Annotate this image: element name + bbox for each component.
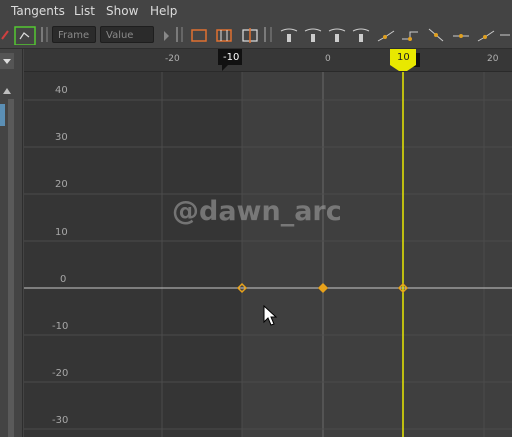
unify-tangents-icon[interactable] — [476, 25, 496, 45]
center-current-time-icon[interactable] — [240, 25, 260, 45]
graph-editor-canvas[interactable] — [24, 49, 512, 437]
menu-help[interactable]: Help — [150, 4, 177, 18]
toolbar: Frame Value — [0, 22, 512, 49]
flat-tangent-icon[interactable] — [376, 25, 396, 45]
y-tick-label: -30 — [52, 415, 69, 426]
y-tick-label: 30 — [55, 132, 68, 143]
mouse-cursor-icon — [263, 305, 278, 326]
keyframe[interactable] — [317, 282, 329, 294]
y-tick-label: 40 — [55, 85, 68, 96]
left-panel — [0, 49, 23, 437]
x-tick-label: 20 — [487, 54, 499, 64]
menu-list[interactable]: List — [74, 4, 95, 18]
graph-svg — [24, 49, 512, 437]
scroll-up-arrow-icon[interactable] — [3, 88, 11, 94]
menu-show[interactable]: Show — [106, 4, 138, 18]
toolbar-separator — [264, 27, 266, 42]
spline-tangent-icon[interactable] — [303, 25, 323, 45]
y-tick-label: -20 — [52, 368, 69, 379]
y-tick-label: 20 — [55, 179, 68, 190]
watermark-text: @dawn_arc — [172, 196, 342, 227]
current-frame-label: 10 — [397, 52, 410, 63]
linear-tangent-icon[interactable] — [351, 25, 371, 45]
scrollbar-track[interactable] — [8, 99, 14, 437]
auto-tangent-icon[interactable] — [279, 25, 299, 45]
menu-tangents[interactable]: Tangents — [11, 4, 65, 18]
step-tangent-icon[interactable] — [400, 25, 420, 45]
move-keys-icon[interactable] — [0, 25, 12, 45]
selection-indicator — [0, 104, 5, 126]
y-tick-label: 0 — [60, 274, 67, 285]
menu-bar: Tangents List Show Help — [0, 0, 512, 22]
buffer-curve-icon[interactable] — [498, 25, 512, 45]
y-tick-label: -10 — [52, 321, 69, 332]
left-panel-controls — [0, 53, 14, 437]
frame-all-icon[interactable] — [189, 25, 209, 45]
value-field[interactable]: Value — [100, 26, 154, 43]
y-tick-label: 10 — [55, 227, 68, 238]
range-start-label: -10 — [223, 52, 240, 63]
toolbar-separator — [46, 27, 48, 42]
frame-selection-icon[interactable] — [13, 25, 37, 45]
play-arrow-icon[interactable] — [161, 25, 171, 45]
frame-field[interactable]: Frame — [52, 26, 96, 43]
time-ruler[interactable] — [24, 49, 512, 72]
clamped-tangent-icon[interactable] — [327, 25, 347, 45]
toolbar-separator — [176, 27, 178, 42]
toolbar-separator — [181, 27, 183, 42]
frame-playback-range-icon[interactable] — [214, 25, 234, 45]
x-tick-label: -20 — [165, 54, 180, 64]
toolbar-separator — [270, 27, 272, 42]
x-tick-label: 0 — [325, 54, 331, 64]
break-tangents-icon[interactable] — [451, 25, 471, 45]
toolbar-separator — [41, 27, 43, 42]
plateau-tangent-icon[interactable] — [426, 25, 446, 45]
